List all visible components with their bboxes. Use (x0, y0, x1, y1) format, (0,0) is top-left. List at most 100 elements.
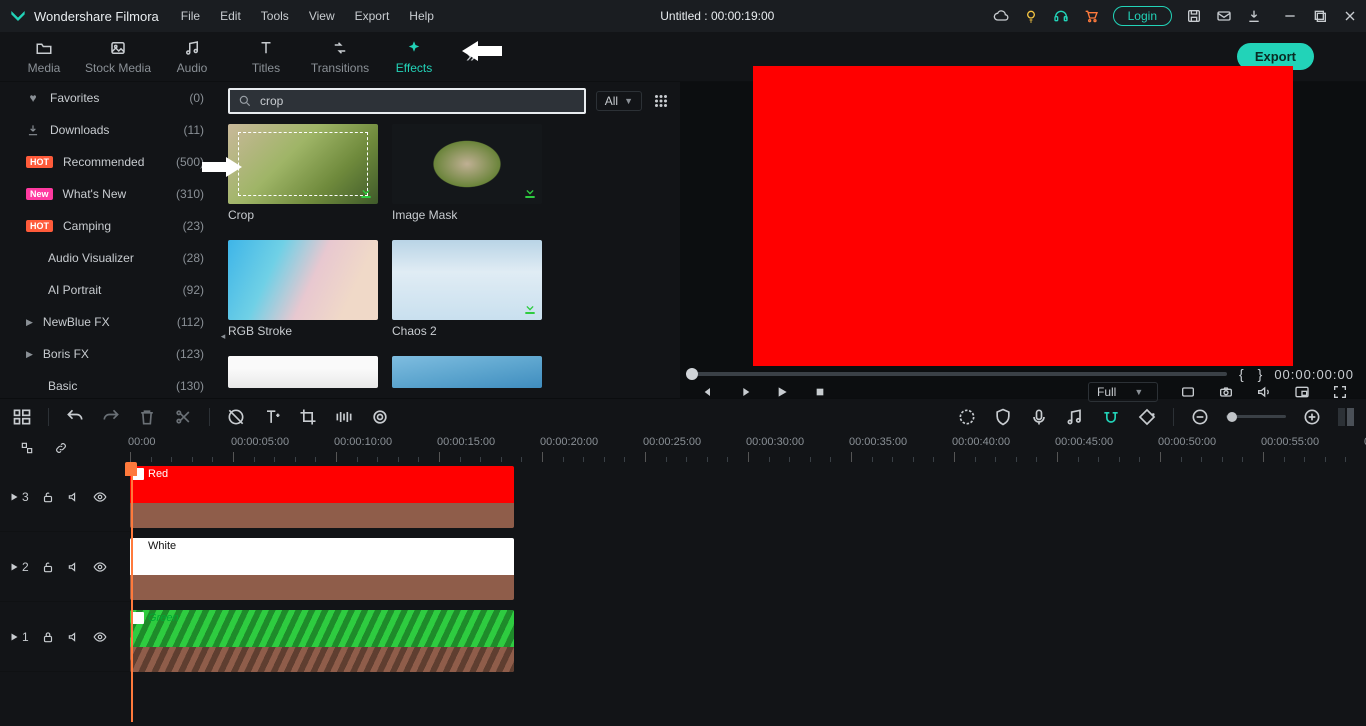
delete-icon[interactable] (137, 407, 157, 427)
ripple-icon[interactable] (20, 441, 34, 455)
video-preview[interactable] (753, 66, 1293, 366)
sidebar-item[interactable]: Downloads(11) (0, 114, 218, 146)
sidebar-item[interactable]: ▶NewBlue FX(112) (0, 306, 218, 338)
prev-frame-icon[interactable] (698, 384, 714, 400)
effect-thumbnail[interactable] (228, 240, 378, 320)
layout-grid-icon[interactable] (652, 92, 670, 110)
play-icon[interactable] (774, 384, 790, 400)
sidebar-item[interactable]: NewWhat's New(310) (0, 178, 218, 210)
window-maximize-icon[interactable] (1312, 8, 1328, 24)
stop-icon[interactable] (812, 384, 828, 400)
timeline-clip[interactable]: Red (130, 466, 514, 528)
timeline-clip[interactable]: Green (130, 610, 514, 672)
login-button[interactable]: Login (1113, 6, 1172, 26)
effect-thumbnail[interactable] (228, 124, 378, 204)
mark-out-icon[interactable]: } (1256, 366, 1265, 382)
zoom-slider[interactable] (1226, 415, 1286, 418)
zoom-fit-icon[interactable] (1338, 408, 1354, 426)
progress-slider[interactable] (692, 372, 1227, 376)
lock-icon[interactable] (41, 630, 55, 644)
search-field[interactable] (258, 93, 576, 109)
mark-in-icon[interactable]: { (1237, 366, 1246, 382)
tab-media[interactable]: Media (8, 33, 80, 81)
effect-thumbnail[interactable] (392, 356, 542, 388)
add-text-icon[interactable] (262, 407, 282, 427)
sidebar-item[interactable]: HOTRecommended(500) (0, 146, 218, 178)
lock-icon[interactable] (41, 490, 55, 504)
audio-mixer-icon[interactable] (1065, 407, 1085, 427)
menu-view[interactable]: View (301, 5, 343, 27)
lock-icon[interactable] (41, 560, 55, 574)
menu-file[interactable]: File (173, 5, 208, 27)
undo-icon[interactable] (65, 407, 85, 427)
download-icon[interactable] (1246, 8, 1262, 24)
eye-icon[interactable] (93, 630, 107, 644)
menu-export[interactable]: Export (347, 5, 398, 27)
cloud-icon[interactable] (993, 8, 1009, 24)
tracks-canvas[interactable]: Red White Green (130, 462, 1366, 724)
auto-reframe-icon[interactable] (957, 407, 977, 427)
sidebar-item[interactable]: ▶Boris FX(123) (0, 338, 218, 370)
pip-icon[interactable] (1294, 384, 1310, 400)
mute-icon[interactable] (67, 490, 81, 504)
render-preview-icon[interactable] (1180, 384, 1196, 400)
search-input[interactable] (228, 88, 586, 114)
split-icon[interactable] (173, 407, 193, 427)
menu-edit[interactable]: Edit (212, 5, 249, 27)
effect-item[interactable]: Crop (228, 124, 378, 222)
tab-stock-media[interactable]: Stock Media (82, 33, 154, 81)
menu-tools[interactable]: Tools (253, 5, 297, 27)
timeline-ruler[interactable]: 00:0000:00:05:0000:00:10:0000:00:15:0000… (130, 434, 1366, 462)
lightbulb-icon[interactable] (1023, 8, 1039, 24)
snapshot-icon[interactable] (1218, 384, 1234, 400)
mute-icon[interactable] (67, 560, 81, 574)
tab-transitions[interactable]: Transitions (304, 33, 376, 81)
mic-icon[interactable] (1029, 407, 1049, 427)
tab-effects[interactable]: Effects (378, 33, 450, 81)
tab-titles[interactable]: Titles (230, 33, 302, 81)
track-manager-icon[interactable] (12, 407, 32, 427)
preview-fit-dropdown[interactable]: Full ▼ (1088, 382, 1158, 402)
speed-icon[interactable] (334, 407, 354, 427)
sidebar-item[interactable]: Audio Visualizer(28) (0, 242, 218, 274)
tab-audio[interactable]: Audio (156, 33, 228, 81)
effect-item[interactable]: Chaos 2 (392, 240, 542, 338)
effect-item[interactable] (392, 356, 542, 388)
effect-item[interactable]: RGB Stroke (228, 240, 378, 338)
volume-icon[interactable] (1256, 384, 1272, 400)
cart-icon[interactable] (1083, 8, 1099, 24)
fullscreen-icon[interactable] (1332, 384, 1348, 400)
filter-dropdown[interactable]: All ▼ (596, 91, 642, 111)
window-minimize-icon[interactable] (1282, 8, 1298, 24)
zoom-out-icon[interactable] (1190, 407, 1210, 427)
save-icon[interactable] (1186, 8, 1202, 24)
crop-tool-icon[interactable] (298, 407, 318, 427)
effect-item[interactable] (228, 356, 378, 388)
keyframe-icon[interactable] (1137, 407, 1157, 427)
sidebar-item[interactable]: AI Portrait(92) (0, 274, 218, 306)
sidebar-item[interactable]: Basic(130) (0, 370, 218, 398)
window-close-icon[interactable] (1342, 8, 1358, 24)
play-pause-icon[interactable] (736, 384, 752, 400)
effect-item[interactable]: Image Mask (392, 124, 542, 222)
eye-icon[interactable] (93, 560, 107, 574)
effect-thumbnail[interactable] (392, 124, 542, 204)
effect-thumbnail[interactable] (392, 240, 542, 320)
color-icon[interactable] (370, 407, 390, 427)
headset-icon[interactable] (1053, 8, 1069, 24)
snap-icon[interactable] (1101, 407, 1121, 427)
menu-help[interactable]: Help (401, 5, 442, 27)
zoom-in-icon[interactable] (1302, 407, 1322, 427)
link-icon[interactable] (54, 441, 68, 455)
mute-icon[interactable] (67, 630, 81, 644)
marker-icon[interactable] (226, 407, 246, 427)
sidebar-collapse-icon[interactable]: ◂ (218, 316, 228, 356)
mail-icon[interactable] (1216, 8, 1232, 24)
effect-thumbnail[interactable] (228, 356, 378, 388)
sidebar-item[interactable]: ♥Favorites(0) (0, 82, 218, 114)
redo-icon[interactable] (101, 407, 121, 427)
sidebar-item[interactable]: HOTCamping(23) (0, 210, 218, 242)
shield-icon[interactable] (993, 407, 1013, 427)
timeline-clip[interactable]: White (130, 538, 514, 600)
eye-icon[interactable] (93, 490, 107, 504)
